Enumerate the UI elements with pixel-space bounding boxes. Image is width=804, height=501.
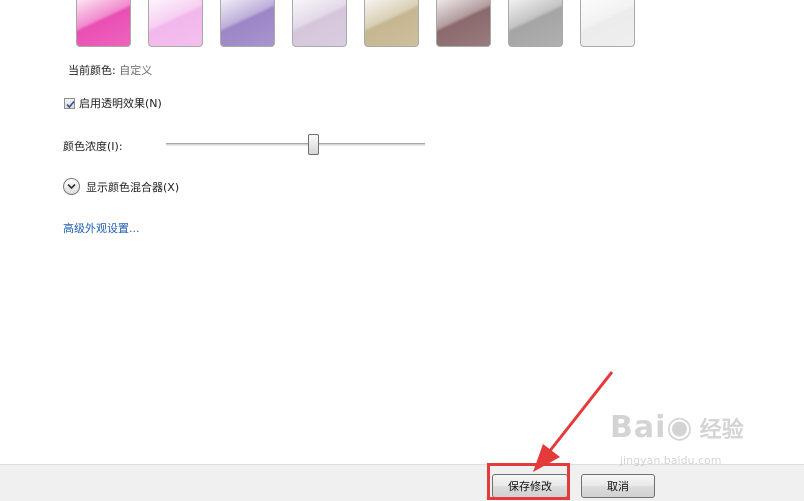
checkmark-icon bbox=[66, 100, 75, 108]
paw-logo-icon: ◉ bbox=[666, 410, 694, 445]
transparency-label: 启用透明效果(N) bbox=[79, 97, 162, 110]
watermark-brand-suffix: 经验 bbox=[699, 418, 744, 443]
transparency-option[interactable]: 启用透明效果(N) bbox=[64, 95, 162, 111]
button-bar bbox=[0, 464, 804, 501]
color-mixer-label: 显示颜色混合器(X) bbox=[86, 180, 180, 194]
transparency-checkbox[interactable] bbox=[64, 97, 75, 109]
current-color-value: 自定义 bbox=[119, 64, 153, 77]
color-swatch-khaki[interactable] bbox=[364, 0, 419, 47]
color-intensity-slider-track[interactable] bbox=[166, 143, 425, 146]
color-mixer-toggle[interactable]: 显示颜色混合器(X) bbox=[63, 178, 179, 195]
save-changes-button[interactable]: 保存修改 bbox=[492, 474, 568, 498]
watermark: Bai◉ 经验 jingyan.baidu.com bbox=[610, 410, 744, 467]
cancel-button[interactable]: 取消 bbox=[581, 474, 655, 498]
color-swatch-lavender[interactable] bbox=[220, 0, 275, 47]
color-swatch-white[interactable] bbox=[580, 0, 635, 47]
current-color-row: 当前颜色: 自定义 bbox=[68, 62, 152, 78]
watermark-brand: Bai bbox=[610, 410, 667, 445]
color-intensity-slider-thumb[interactable] bbox=[308, 134, 319, 155]
current-color-label: 当前颜色: bbox=[68, 64, 116, 77]
color-swatch-mauve-brown[interactable] bbox=[436, 0, 491, 47]
advanced-appearance-link[interactable]: 高级外观设置... bbox=[63, 220, 140, 236]
color-swatch-light-pink[interactable] bbox=[148, 0, 203, 47]
color-intensity-label: 颜色浓度(I): bbox=[63, 140, 123, 153]
color-swatch-row bbox=[76, 0, 652, 47]
color-swatch-gray[interactable] bbox=[508, 0, 563, 47]
color-swatch-pale-lilac[interactable] bbox=[292, 0, 347, 47]
color-swatch-pink[interactable] bbox=[76, 0, 131, 47]
chevron-down-icon[interactable] bbox=[63, 178, 80, 195]
